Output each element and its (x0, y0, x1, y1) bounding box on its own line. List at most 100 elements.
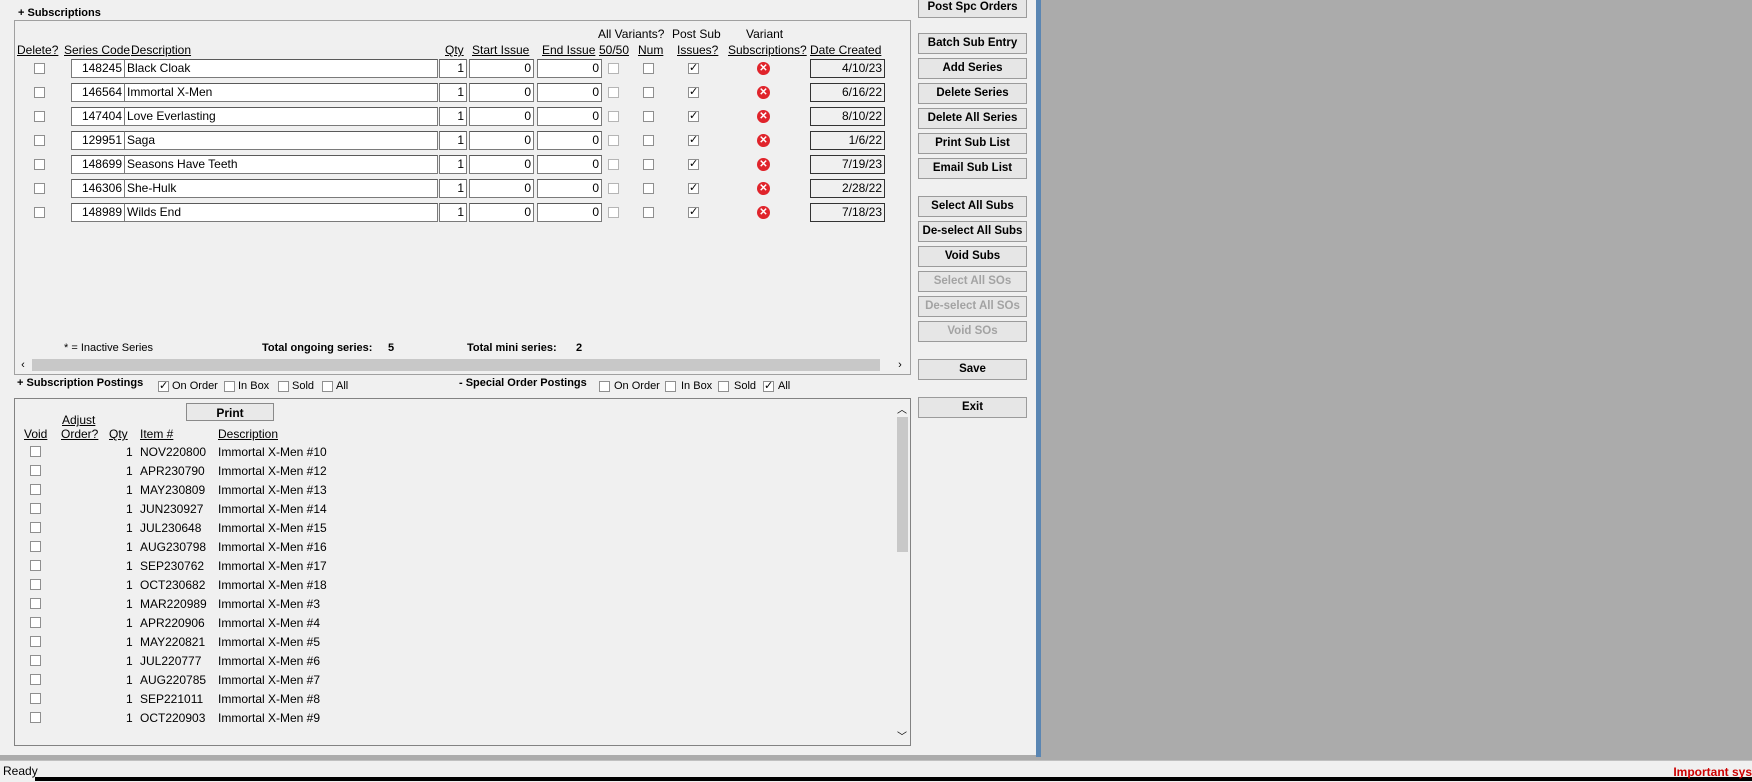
series-code-field[interactable]: 146306 (71, 179, 125, 198)
start-issue-field[interactable]: 0 (469, 179, 534, 198)
delete-checkbox[interactable] (34, 135, 45, 146)
print-button[interactable]: Print (186, 403, 274, 421)
series-code-field[interactable]: 148699 (71, 155, 125, 174)
end-issue-field[interactable]: 0 (537, 59, 602, 78)
void-checkbox[interactable] (30, 636, 41, 647)
variants-5050-checkbox[interactable] (608, 63, 619, 74)
variants-5050-checkbox[interactable] (608, 135, 619, 146)
variants-num-checkbox[interactable] (643, 111, 654, 122)
variants-5050-checkbox[interactable] (608, 111, 619, 122)
end-issue-field[interactable]: 0 (537, 203, 602, 222)
vertical-scrollbar[interactable]: ︿ ﹀ (894, 399, 910, 745)
scrollbar-thumb[interactable] (897, 417, 908, 552)
print-sub-list-button[interactable]: Print Sub List (918, 133, 1027, 154)
spc-filter-in-box-checkbox[interactable] (665, 381, 676, 392)
description-field[interactable]: Saga (124, 131, 438, 150)
spc-filter-all-checkbox[interactable]: ✓ (763, 381, 774, 392)
post-sub-checkbox[interactable]: ✓ (688, 63, 699, 74)
add-series-button[interactable]: Add Series (918, 58, 1027, 79)
scroll-right-icon[interactable]: › (894, 358, 906, 372)
exit-button[interactable]: Exit (918, 397, 1027, 418)
variant-subs-x-icon[interactable]: ✕ (757, 62, 770, 75)
description-field[interactable]: Immortal X-Men (124, 83, 438, 102)
qty-field[interactable]: 1 (439, 83, 467, 102)
start-issue-field[interactable]: 0 (469, 203, 534, 222)
void-checkbox[interactable] (30, 446, 41, 457)
delete-checkbox[interactable] (34, 207, 45, 218)
series-code-field[interactable]: 148989 (71, 203, 125, 222)
variant-subs-x-icon[interactable]: ✕ (757, 134, 770, 147)
scroll-down-icon[interactable]: ﹀ (894, 728, 910, 743)
void-checkbox[interactable] (30, 712, 41, 723)
special-order-postings-title[interactable]: - Special Order Postings (459, 377, 587, 389)
delete-checkbox[interactable] (34, 63, 45, 74)
start-issue-field[interactable]: 0 (469, 131, 534, 150)
subscriptions-title[interactable]: + Subscriptions (16, 7, 103, 19)
variant-subs-x-icon[interactable]: ✕ (757, 182, 770, 195)
void-checkbox[interactable] (30, 655, 41, 666)
delete-checkbox[interactable] (34, 183, 45, 194)
email-sub-list-button[interactable]: Email Sub List (918, 158, 1027, 179)
variants-5050-checkbox[interactable] (608, 183, 619, 194)
void-checkbox[interactable] (30, 674, 41, 685)
scroll-up-icon[interactable]: ︿ (894, 401, 910, 416)
post-sub-checkbox[interactable]: ✓ (688, 87, 699, 98)
void-checkbox[interactable] (30, 541, 41, 552)
series-code-field[interactable]: 146564 (71, 83, 125, 102)
qty-field[interactable]: 1 (439, 179, 467, 198)
delete-checkbox[interactable] (34, 159, 45, 170)
post-sub-checkbox[interactable]: ✓ (688, 207, 699, 218)
scroll-left-icon[interactable]: ‹ (17, 358, 29, 372)
spc-filter-sold-checkbox[interactable] (718, 381, 729, 392)
sub-filter-in-box-checkbox[interactable] (224, 381, 235, 392)
qty-field[interactable]: 1 (439, 155, 467, 174)
end-issue-field[interactable]: 0 (537, 83, 602, 102)
qty-field[interactable]: 1 (439, 131, 467, 150)
variant-subs-x-icon[interactable]: ✕ (757, 86, 770, 99)
delete-checkbox[interactable] (34, 87, 45, 98)
end-issue-field[interactable]: 0 (537, 107, 602, 126)
post-sub-checkbox[interactable]: ✓ (688, 135, 699, 146)
scrollbar-thumb[interactable] (32, 359, 880, 371)
variants-num-checkbox[interactable] (643, 183, 654, 194)
variants-num-checkbox[interactable] (643, 63, 654, 74)
qty-field[interactable]: 1 (439, 107, 467, 126)
select-all-subs-button[interactable]: Select All Subs (918, 196, 1027, 217)
variants-num-checkbox[interactable] (643, 207, 654, 218)
spc-filter-on-order-checkbox[interactable] (599, 381, 610, 392)
void-checkbox[interactable] (30, 617, 41, 628)
delete-all-series-button[interactable]: Delete All Series (918, 108, 1027, 129)
post-sub-checkbox[interactable]: ✓ (688, 183, 699, 194)
deselect-all-subs-button[interactable]: De-select All Subs (918, 221, 1027, 242)
batch-sub-entry-button[interactable]: Batch Sub Entry (918, 33, 1027, 54)
start-issue-field[interactable]: 0 (469, 59, 534, 78)
post-sub-checkbox[interactable]: ✓ (688, 159, 699, 170)
deselect-all-sos-button[interactable]: De-select All SOs (918, 296, 1027, 317)
void-checkbox[interactable] (30, 579, 41, 590)
post-spc-orders-button[interactable]: Post Spc Orders (918, 0, 1027, 18)
description-field[interactable]: She-Hulk (124, 179, 438, 198)
start-issue-field[interactable]: 0 (469, 155, 534, 174)
variants-5050-checkbox[interactable] (608, 207, 619, 218)
start-issue-field[interactable]: 0 (469, 83, 534, 102)
horizontal-scrollbar[interactable]: ‹ › (15, 358, 908, 372)
series-code-field[interactable]: 129951 (71, 131, 125, 150)
description-field[interactable]: Seasons Have Teeth (124, 155, 438, 174)
series-code-field[interactable]: 147404 (71, 107, 125, 126)
select-all-sos-button[interactable]: Select All SOs (918, 271, 1027, 292)
qty-field[interactable]: 1 (439, 59, 467, 78)
void-checkbox[interactable] (30, 693, 41, 704)
sub-filter-all-checkbox[interactable] (322, 381, 333, 392)
void-subs-button[interactable]: Void Subs (918, 246, 1027, 267)
delete-series-button[interactable]: Delete Series (918, 83, 1027, 104)
description-field[interactable]: Wilds End (124, 203, 438, 222)
variant-subs-x-icon[interactable]: ✕ (757, 110, 770, 123)
variants-5050-checkbox[interactable] (608, 159, 619, 170)
void-checkbox[interactable] (30, 560, 41, 571)
save-button[interactable]: Save (918, 359, 1027, 380)
qty-field[interactable]: 1 (439, 203, 467, 222)
post-sub-checkbox[interactable]: ✓ (688, 111, 699, 122)
start-issue-field[interactable]: 0 (469, 107, 534, 126)
void-checkbox[interactable] (30, 465, 41, 476)
variants-5050-checkbox[interactable] (608, 87, 619, 98)
